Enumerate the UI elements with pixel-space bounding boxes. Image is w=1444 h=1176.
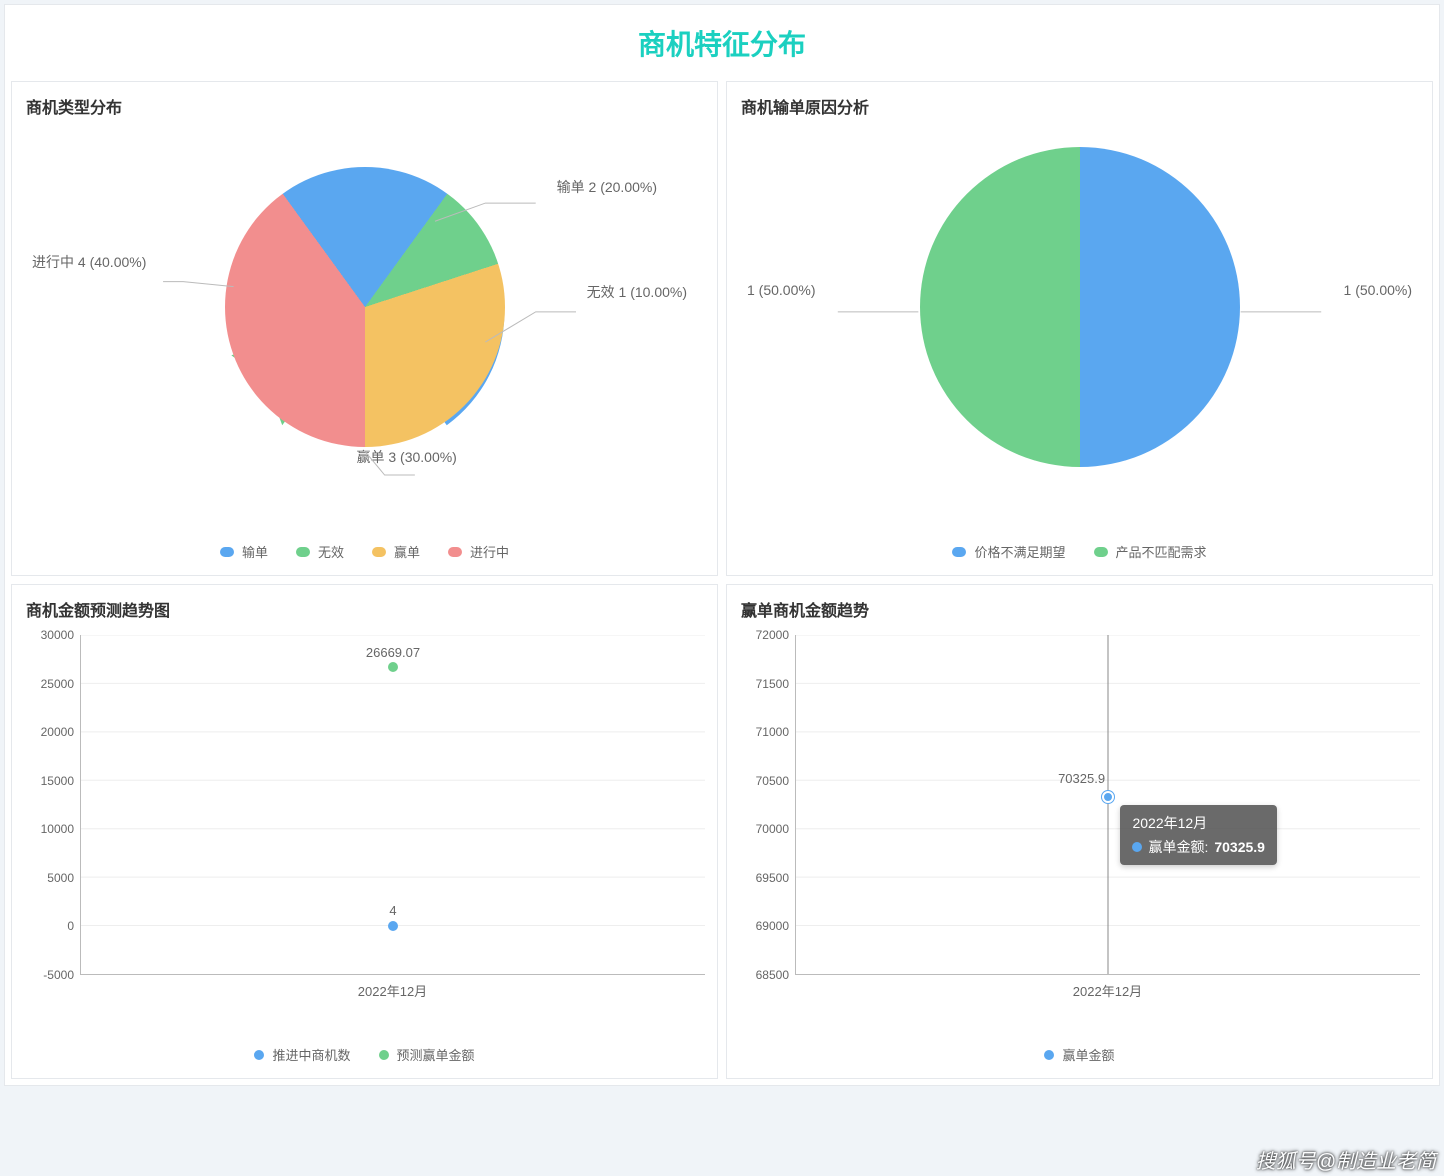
legend-item[interactable]: 赢单金额 (1044, 1045, 1114, 1064)
panel-title: 商机输单原因分析 (727, 82, 1432, 122)
data-label: 26669.07 (366, 645, 420, 660)
y-tick: 69000 (737, 919, 789, 933)
y-tick: 15000 (22, 774, 74, 788)
y-tick: -5000 (22, 968, 74, 982)
panel-title: 赢单商机金额趋势 (727, 585, 1432, 625)
legend-item[interactable]: 预测赢单金额 (379, 1045, 475, 1064)
y-tick: 69500 (737, 871, 789, 885)
x-tick: 2022年12月 (80, 981, 705, 1000)
panel-win-trend: 赢单商机金额趋势 72000 71500 71000 70500 70000 6… (726, 584, 1433, 1079)
panel-type-dist: 商机类型分布 输单 2 (20.00%) 无效 1 (10.00%) (11, 81, 718, 576)
pie-chart-type-dist[interactable]: 输单 2 (20.00%) 无效 1 (10.00%) 赢单 3 (30.00%… (12, 122, 717, 542)
y-tick: 68500 (737, 968, 789, 982)
y-tick: 0 (22, 919, 74, 933)
legend-item[interactable]: 进行中 (448, 542, 509, 561)
page-title: 商机特征分布 (5, 5, 1439, 81)
data-point[interactable] (1102, 791, 1114, 803)
y-tick: 5000 (22, 871, 74, 885)
y-tick: 71000 (737, 725, 789, 739)
tooltip-label: 赢单金额: (1148, 837, 1208, 857)
legend-item[interactable]: 输单 (220, 542, 268, 561)
legend: 价格不满足期望 产品不匹配需求 (727, 542, 1432, 575)
legend: 输单 无效 赢单 进行中 (12, 542, 717, 575)
scatter-win-trend[interactable]: 72000 71500 71000 70500 70000 69500 6900… (727, 625, 1432, 1045)
x-tick: 2022年12月 (795, 981, 1420, 1000)
legend: 赢单金额 (727, 1045, 1432, 1078)
tooltip-title: 2022年12月 (1132, 813, 1265, 833)
tooltip: 2022年12月 赢单金额: 70325.9 (1120, 805, 1277, 865)
data-point[interactable] (388, 662, 398, 672)
y-tick: 25000 (22, 677, 74, 691)
panel-title: 商机类型分布 (12, 82, 717, 122)
legend-item[interactable]: 推进中商机数 (254, 1045, 350, 1064)
y-tick: 72000 (737, 628, 789, 642)
y-tick: 70000 (737, 822, 789, 836)
y-tick: 70500 (737, 774, 789, 788)
watermark: 搜狐号@制造业老简 (1256, 1145, 1436, 1174)
legend-item[interactable]: 产品不匹配需求 (1094, 542, 1207, 561)
panel-title: 商机金额预测趋势图 (12, 585, 717, 625)
dot-icon (1132, 842, 1142, 852)
data-point[interactable] (388, 921, 398, 931)
pie-chart-loss-reason[interactable]: 1 (50.00%) 1 (50.00%) (727, 122, 1432, 542)
chart-grid: 商机类型分布 输单 2 (20.00%) 无效 1 (10.00%) (5, 81, 1439, 1085)
legend-item[interactable]: 赢单 (372, 542, 420, 561)
y-tick: 20000 (22, 725, 74, 739)
tooltip-value: 70325.9 (1214, 839, 1265, 855)
panel-loss-reason: 商机输单原因分析 1 (50.00%) 1 (50.00%) 价格不满足期望 产… (726, 81, 1433, 576)
legend-item[interactable]: 价格不满足期望 (952, 542, 1065, 561)
scatter-amount-trend[interactable]: 30000 25000 20000 15000 10000 5000 0 -50… (12, 625, 717, 1045)
legend-item[interactable]: 无效 (296, 542, 344, 561)
y-tick: 10000 (22, 822, 74, 836)
data-label: 70325.9 (1058, 771, 1105, 786)
y-tick: 30000 (22, 628, 74, 642)
legend: 推进中商机数 预测赢单金额 (12, 1045, 717, 1078)
panel-amount-trend: 商机金额预测趋势图 30000 25000 20000 15000 10000 … (11, 584, 718, 1079)
y-tick: 71500 (737, 677, 789, 691)
data-label: 4 (389, 903, 396, 918)
